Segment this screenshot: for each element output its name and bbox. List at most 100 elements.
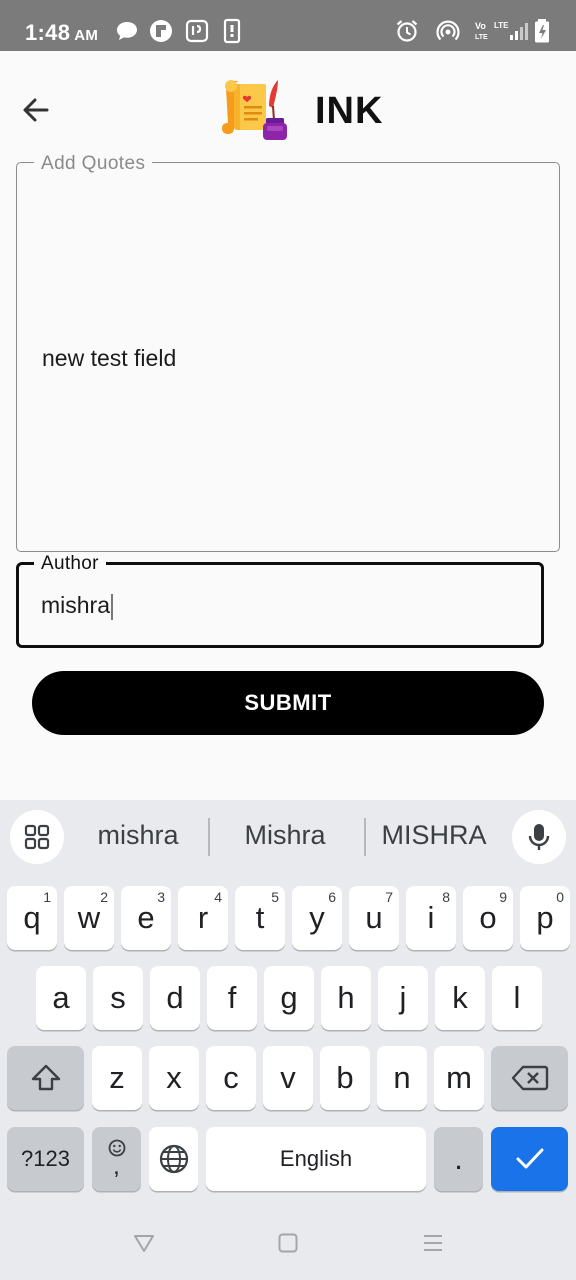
key-w[interactable]: w2 [64,886,114,950]
key-s-label: s [110,980,126,1015]
suggestion-1[interactable]: mishra [68,820,208,851]
key-z-label: z [109,1060,125,1095]
nav-back-icon[interactable] [132,1232,156,1254]
key-n-label: n [393,1060,411,1095]
text-cursor [111,593,113,620]
app-logo-icon [222,80,287,140]
key-k-label: k [452,980,468,1015]
key-n[interactable]: n [377,1046,427,1110]
key-m[interactable]: m [434,1046,484,1110]
key-x[interactable]: x [149,1046,199,1110]
key-g[interactable]: g [264,966,314,1030]
globe-icon [159,1144,188,1174]
backspace-icon [511,1065,548,1091]
submit-button[interactable]: SUBMIT [32,671,544,735]
svg-text:LTE: LTE [494,21,509,30]
hotspot-icon [436,20,460,41]
suggestion-bar: mishra Mishra MISHRA [0,800,576,876]
key-m-label: m [446,1060,472,1095]
alarm-icon [396,20,418,42]
space-key[interactable]: English [206,1127,426,1191]
key-a-label: a [52,980,70,1015]
key-l-label: l [513,980,521,1015]
suggestion-2[interactable]: Mishra [215,820,355,851]
symbols-key[interactable]: ?123 [7,1127,84,1191]
symbols-key-label: ?123 [21,1146,70,1171]
comma-label: , [113,1153,120,1180]
suggestion-divider [208,818,210,856]
key-d[interactable]: d [150,966,200,1030]
key-k[interactable]: k [435,966,485,1030]
shift-icon [31,1064,60,1091]
key-t[interactable]: t5 [235,886,285,950]
key-r[interactable]: r4 [178,886,228,950]
key-p[interactable]: p0 [520,886,570,950]
key-f[interactable]: f [207,966,257,1030]
app-title: INK [315,90,384,132]
key-e[interactable]: e3 [121,886,171,950]
period-key-label: . [454,1141,463,1176]
key-o[interactable]: o9 [463,886,513,950]
battery-charging-icon [535,19,549,43]
key-i[interactable]: i8 [406,886,456,950]
key-l[interactable]: l [492,966,542,1030]
key-b[interactable]: b [320,1046,370,1110]
author-field-value[interactable]: mishra [41,592,113,620]
key-p-label: p [536,900,554,935]
key-j-label: j [399,980,407,1015]
key-j[interactable]: j [378,966,428,1030]
space-key-label: English [279,1146,353,1171]
notification-app-icon [185,19,209,43]
key-h-label: h [337,980,355,1015]
key-c-label: c [223,1060,239,1095]
status-bar: 1:48 AM Vo LTE LTE [0,0,576,51]
key-f-label: f [227,980,237,1015]
microphone-icon [528,824,550,850]
key-hint-0: 0 [556,889,564,905]
key-c[interactable]: c [206,1046,256,1110]
key-z[interactable]: z [92,1046,142,1110]
nav-recents-icon[interactable] [421,1232,445,1254]
quote-field-value[interactable]: new test field [42,345,176,372]
key-x-label: x [166,1060,182,1095]
shift-key[interactable] [7,1046,84,1110]
enter-key[interactable] [491,1127,568,1191]
quote-field-label: Add Quotes [34,153,153,175]
key-a[interactable]: a [36,966,86,1030]
language-key[interactable] [149,1127,198,1191]
volte-signal-icon: Vo LTE LTE [475,21,528,41]
key-i-label: i [427,900,435,935]
svg-text:LTE: LTE [475,34,488,41]
key-hint-8: 8 [442,889,450,905]
key-q[interactable]: q1 [7,886,57,950]
key-y-label: y [309,900,325,935]
keyboard-menu-button[interactable] [10,810,64,864]
key-y[interactable]: y6 [292,886,342,950]
key-s[interactable]: s [93,966,143,1030]
emoji-comma-key[interactable]: , [92,1127,141,1191]
back-arrow-icon[interactable] [18,92,54,128]
suggestion-3[interactable]: MISHRA [364,820,504,851]
key-hint-7: 7 [385,889,393,905]
key-g-label: g [280,980,298,1015]
flipboard-icon [150,20,172,42]
voice-input-button[interactable] [512,810,566,864]
key-w-label: w [77,900,101,935]
key-hint-6: 6 [328,889,336,905]
key-hint-3: 3 [157,889,165,905]
nav-home-icon[interactable] [277,1232,299,1254]
sim-icon [223,18,241,44]
key-b-label: b [336,1060,354,1095]
svg-text:Vo: Vo [475,21,486,31]
key-hint-4: 4 [214,889,222,905]
key-hint-9: 9 [499,889,507,905]
key-u-label: u [365,900,383,935]
author-field-label: Author [34,553,106,575]
key-h[interactable]: h [321,966,371,1030]
period-key[interactable]: . [434,1127,483,1191]
checkmark-icon [516,1148,543,1169]
key-v-label: v [280,1060,296,1095]
key-u[interactable]: u7 [349,886,399,950]
key-v[interactable]: v [263,1046,313,1110]
backspace-key[interactable] [491,1046,568,1110]
